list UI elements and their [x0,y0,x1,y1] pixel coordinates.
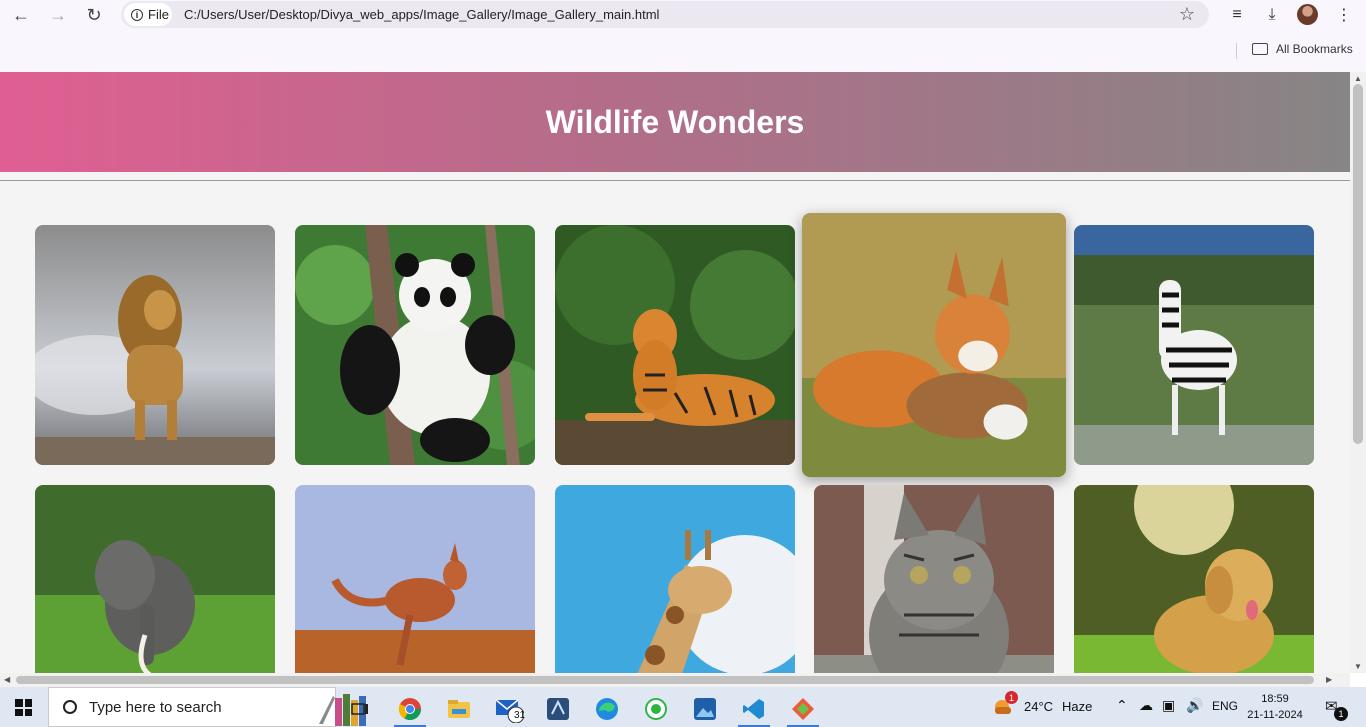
weather-widget[interactable]: 1 [992,691,1018,722]
gallery-image-lion[interactable] [35,225,275,465]
windows-start-icon[interactable] [15,699,32,716]
all-bookmarks-button[interactable]: All Bookmarks [1252,42,1353,56]
edge-browser-icon[interactable] [587,691,627,727]
all-bookmarks-label: All Bookmarks [1276,42,1353,56]
show-hidden-icons-chevron-icon[interactable]: ⌃ [1116,697,1128,714]
site-chip-label: File [148,7,169,22]
clock-date: 21-11-2024 [1247,709,1303,721]
url-text[interactable]: C:/Users/User/Desktop/Divya_web_apps/Ima… [184,7,659,22]
horizontal-scroll-thumb[interactable] [16,676,1314,684]
download-icon[interactable]: ⤓ [1261,4,1283,26]
task-view-icon[interactable] [340,691,380,727]
page-header: Wildlife Wonders [0,72,1350,172]
horizontal-scrollbar[interactable]: ◀ ▶ [0,673,1350,687]
temperature-text: 24°C [1024,699,1054,714]
onedrive-cloud-icon[interactable]: ☁ [1139,697,1153,714]
vertical-scroll-thumb[interactable] [1353,84,1363,444]
clock-time: 18:59 [1261,693,1289,705]
notification-count-badge: 1 [1334,707,1348,721]
gallery-image-kangaroo[interactable] [295,485,535,673]
weather-badge: 1 [1005,691,1018,704]
gallery-image-elephant[interactable] [35,485,275,673]
gallery-image-zebra[interactable] [1074,225,1314,465]
bookmark-star-icon[interactable]: ☆ [1179,4,1195,25]
bookmarks-divider [1236,43,1237,59]
search-placeholder: Type here to search [89,698,222,716]
photos-app-icon[interactable] [685,691,725,727]
scroll-left-arrow-icon[interactable]: ◀ [4,675,10,684]
search-icon [63,700,77,714]
browser-toolbar: ← → ↻ i File C:/Users/User/Desktop/Divya… [0,0,1366,72]
scroll-up-arrow-icon[interactable]: ▲ [1354,74,1362,83]
gallery-image-fox[interactable] [802,213,1066,477]
git-app-icon[interactable] [783,691,823,727]
gallery-image-golden-retriever[interactable] [1074,485,1314,673]
vscode-icon[interactable] [734,691,774,727]
menu-kebab-icon[interactable]: ⋮ [1333,4,1355,26]
weather-text: Haze [1062,699,1093,714]
page-title: Wildlife Wonders [545,103,805,140]
reload-icon[interactable]: ↻ [82,3,106,27]
header-divider [0,180,1350,181]
gallery-image-giraffe[interactable] [555,485,795,673]
network-icon[interactable]: ▣ [1162,697,1175,714]
address-bar[interactable]: i File C:/Users/User/Desktop/Divya_web_a… [121,1,1209,28]
scroll-right-arrow-icon[interactable]: ▶ [1326,675,1332,684]
back-icon[interactable]: ← [9,3,33,27]
mail-badge: 31 [514,710,526,721]
profile-avatar[interactable] [1297,4,1318,25]
reading-list-icon[interactable]: ≡ [1226,4,1248,26]
info-icon: i [131,8,143,21]
taskbar-clock[interactable]: 18:59 21-11-2024 [1247,691,1303,723]
mail-icon[interactable]: 31 [489,691,529,727]
scroll-down-arrow-icon[interactable]: ▼ [1354,662,1362,671]
folder-icon [1252,43,1268,55]
gallery-image-cat[interactable] [814,485,1054,673]
page-viewport: Wildlife Wonders [0,72,1350,673]
whatsapp-icon[interactable] [636,691,676,727]
taskbar-search-input[interactable]: Type here to search [48,687,366,727]
vertical-scrollbar[interactable]: ▲ ▼ [1350,72,1366,673]
code-app-icon[interactable] [538,691,578,727]
gallery-image-panda[interactable] [295,225,535,465]
gallery-image-tiger[interactable] [555,225,795,465]
file-explorer-icon[interactable] [439,691,479,727]
taskbar: Type here to search 31 1 24°C Haze ⌃ ☁ ▣… [0,687,1366,727]
volume-icon[interactable]: 🔊 [1186,697,1203,714]
language-indicator[interactable]: ENG [1212,699,1238,713]
forward-icon[interactable]: → [46,3,70,27]
site-info-chip[interactable]: i File [124,3,172,26]
chrome-taskbar-icon[interactable] [390,691,430,727]
